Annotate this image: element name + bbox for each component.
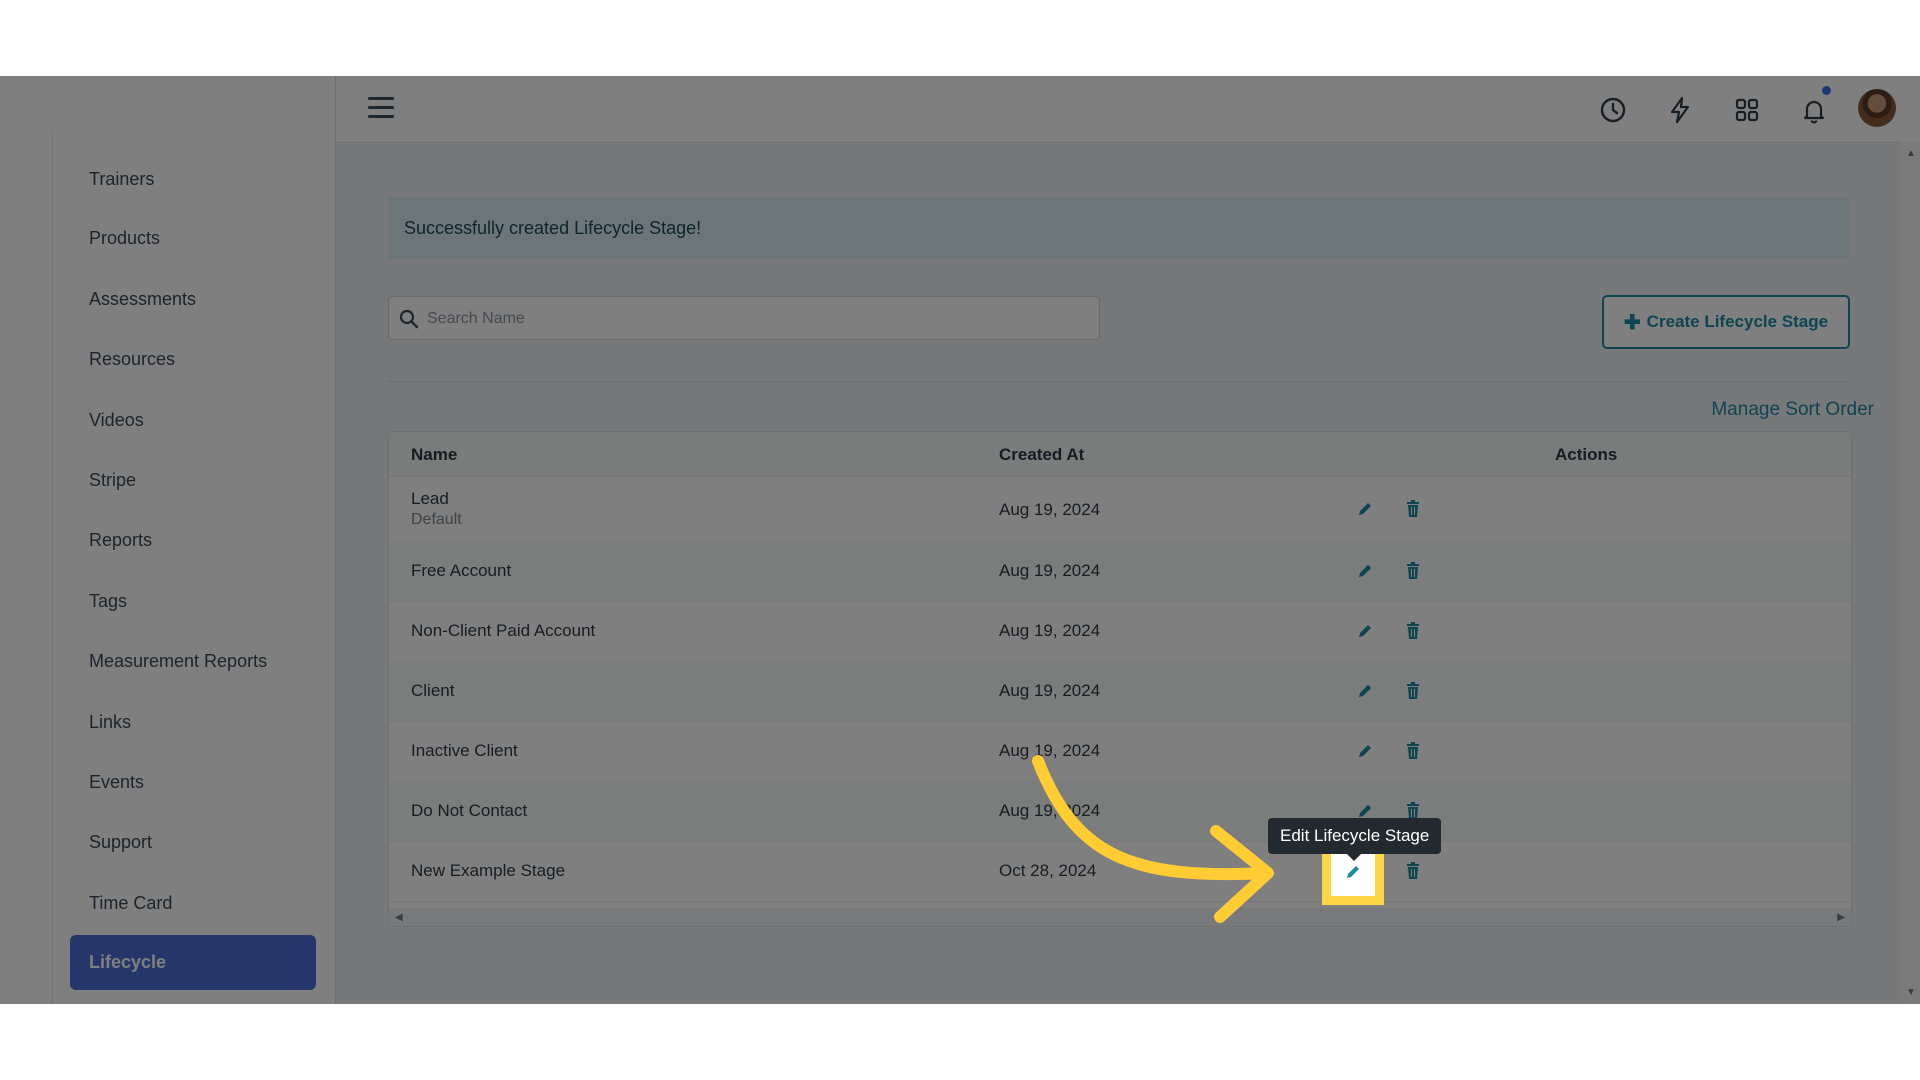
success-alert: Successfully created Lifecycle Stage! [388, 197, 1850, 259]
edit-icon[interactable] [1354, 498, 1376, 520]
search-icon [399, 309, 419, 329]
sidebar-item-label: Events [89, 771, 145, 792]
table-row: Lead Default Aug 19, 2024 [389, 477, 1851, 542]
row-name: Client [411, 681, 455, 700]
scroll-left-icon[interactable]: ◀ [395, 912, 403, 923]
edit-icon[interactable] [1354, 620, 1376, 642]
row-name: New Example Stage [411, 861, 566, 880]
scroll-up-icon[interactable]: ▲ [1906, 148, 1916, 159]
sidebar-item-label: Trainers [89, 168, 155, 189]
row-created-at: Aug 19, 2024 [999, 500, 1101, 519]
sidebar-item-products[interactable]: Products [53, 210, 336, 266]
bell-icon[interactable] [1799, 95, 1829, 125]
grid-icon[interactable] [1732, 95, 1762, 125]
user-avatar[interactable] [1858, 89, 1896, 127]
sidebar-item-label: Resources [89, 348, 176, 369]
sidebar-item-label: Stripe [89, 469, 137, 490]
sidebar-item-label: Support [89, 831, 153, 852]
trash-icon[interactable] [1402, 860, 1424, 882]
scroll-down-icon[interactable]: ▼ [1906, 987, 1916, 998]
sidebar-item-label: Links [89, 711, 132, 732]
sidebar-item-label: Assessments [89, 288, 197, 309]
search-field[interactable] [388, 296, 1100, 341]
trash-icon[interactable] [1402, 680, 1424, 702]
notification-dot [1822, 86, 1831, 95]
scroll-right-icon[interactable]: ▶ [1837, 912, 1845, 923]
tooltip-arrow [1347, 854, 1361, 861]
sidebar-item-lifecycle[interactable]: Lifecycle [70, 935, 316, 990]
row-created-at: Aug 19, 2024 [999, 561, 1101, 580]
app-frame: Trainers Products Assessments Resources … [0, 76, 1920, 1004]
tooltip: Edit Lifecycle Stage [1268, 818, 1442, 854]
sidebar-item-assessments[interactable]: Assessments [53, 271, 336, 327]
sidebar-item-label: Lifecycle [89, 952, 167, 972]
sidebar-item-trainers[interactable]: Trainers [53, 151, 336, 207]
search-input[interactable] [425, 297, 1089, 341]
horizontal-scrollbar[interactable]: ◀ ▶ [389, 908, 1851, 926]
sidebar-item-measurement-reports[interactable]: Measurement Reports [53, 633, 336, 689]
sidebar-item-label: Videos [89, 409, 144, 430]
trash-icon[interactable] [1402, 498, 1424, 520]
sidebar-item-reports[interactable]: Reports [53, 512, 336, 568]
row-created-at: Aug 19, 2024 [999, 681, 1101, 700]
table-row: Non-Client Paid Account Aug 19, 2024 [389, 601, 1851, 662]
sidebar-item-time-card[interactable]: Time Card [53, 875, 336, 931]
table-row: Do Not Contact Aug 19, 2024 [389, 781, 1851, 842]
row-default-label: Default [411, 511, 462, 528]
create-button-label: Create Lifecycle Stage [1646, 312, 1829, 331]
alert-message: Successfully created Lifecycle Stage! [404, 217, 702, 238]
vertical-scrollbar[interactable]: ▲ ▼ [1900, 142, 1920, 1004]
row-created-at: Oct 28, 2024 [999, 861, 1097, 880]
manage-sort-order-link[interactable]: Manage Sort Order [1711, 399, 1874, 421]
plus-icon: ✚ [1623, 311, 1641, 334]
header-actions: Actions [1555, 445, 1618, 464]
row-created-at: Aug 19, 2024 [999, 801, 1101, 820]
row-name: Lead [411, 489, 449, 508]
sidebar-item-label: Reports [89, 529, 153, 550]
row-created-at: Aug 19, 2024 [999, 741, 1101, 760]
table-row: Client Aug 19, 2024 [389, 661, 1851, 722]
main-content: Successfully created Lifecycle Stage! ✚ C… [336, 143, 1900, 1004]
edit-icon[interactable] [1354, 560, 1376, 582]
row-name: Non-Client Paid Account [411, 621, 596, 640]
sidebar: Trainers Products Assessments Resources … [0, 76, 336, 1004]
create-lifecycle-stage-button[interactable]: ✚ Create Lifecycle Stage [1602, 295, 1850, 349]
header-created-at: Created At [999, 445, 1085, 464]
lightning-icon[interactable] [1665, 95, 1695, 125]
sidebar-nav: Trainers Products Assessments Resources … [52, 131, 336, 1004]
tooltip-text: Edit Lifecycle Stage [1280, 826, 1430, 845]
divider [388, 381, 1850, 382]
sidebar-item-label: Time Card [89, 892, 173, 913]
table-row: New Example Stage Oct 28, 2024 [389, 841, 1851, 902]
table-row: Inactive Client Aug 19, 2024 [389, 721, 1851, 782]
trash-icon[interactable] [1402, 620, 1424, 642]
menu-icon[interactable] [368, 97, 394, 121]
edit-icon [1344, 863, 1362, 886]
sidebar-item-resources[interactable]: Resources [53, 331, 336, 387]
sidebar-item-videos[interactable]: Videos [53, 392, 336, 448]
table-header: Name Created At Actions [389, 432, 1851, 477]
sidebar-item-stripe[interactable]: Stripe [53, 452, 336, 508]
top-bar [336, 76, 1920, 143]
sidebar-item-label: Tags [89, 590, 128, 611]
sidebar-item-events[interactable]: Events [53, 754, 336, 810]
trash-icon[interactable] [1402, 740, 1424, 762]
row-name: Free Account [411, 561, 512, 580]
sidebar-item-tags[interactable]: Tags [53, 573, 336, 629]
row-name: Do Not Contact [411, 801, 528, 820]
row-created-at: Aug 19, 2024 [999, 621, 1101, 640]
clock-icon[interactable] [1598, 95, 1628, 125]
edit-icon[interactable] [1354, 680, 1376, 702]
sidebar-item-label: Products [89, 227, 161, 248]
sidebar-item-links[interactable]: Links [53, 694, 336, 750]
trash-icon[interactable] [1402, 560, 1424, 582]
sidebar-item-support[interactable]: Support [53, 814, 336, 870]
header-name: Name [411, 445, 458, 464]
edit-icon[interactable] [1354, 740, 1376, 762]
table-row: Free Account Aug 19, 2024 [389, 541, 1851, 602]
sidebar-item-label: Measurement Reports [89, 650, 268, 671]
lifecycle-table: Name Created At Actions Lead Default Aug… [388, 431, 1852, 927]
row-name: Inactive Client [411, 741, 518, 760]
